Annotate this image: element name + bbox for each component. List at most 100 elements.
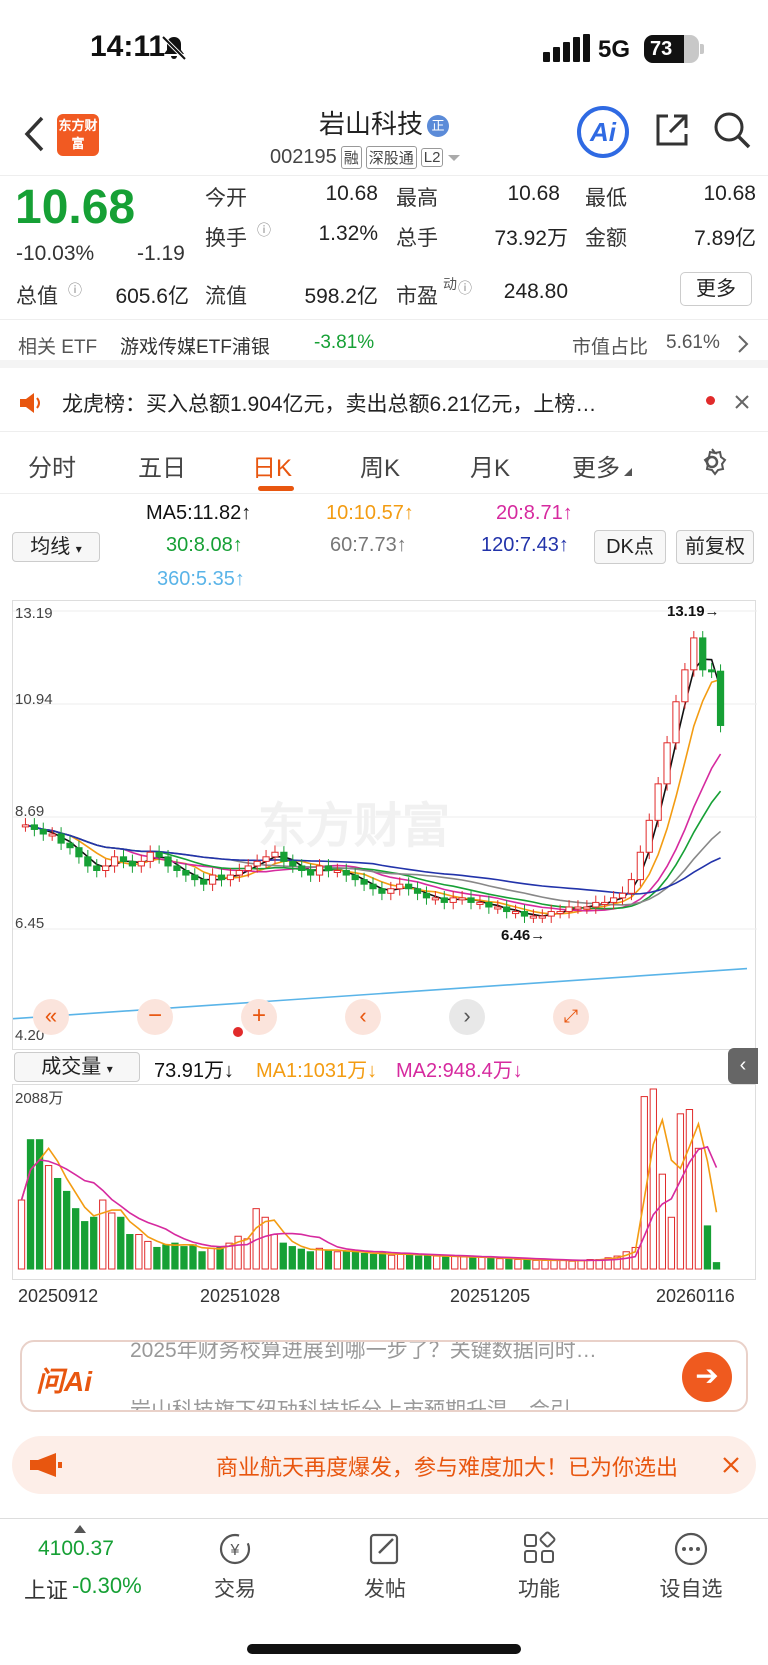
date-tick-1: 20250912 — [18, 1286, 99, 1306]
candle-body — [708, 669, 716, 673]
volume-chart[interactable]: 2088万 — [12, 1084, 756, 1280]
tab-monthly-k[interactable]: 月K — [470, 448, 510, 483]
ma5-legend: MA5:11.82↑ — [146, 502, 252, 524]
volume-bar — [44, 1165, 53, 1270]
more-button[interactable]: 更多 — [680, 272, 752, 306]
watermark: 东方财富 — [258, 800, 451, 853]
candle-body — [360, 879, 368, 885]
share-icon[interactable] — [652, 110, 692, 150]
etf-row[interactable]: 相关 ETF 游戏传媒ETF浦银 -3.81% 市值占比 5.61% — [0, 322, 768, 368]
candle-body — [298, 865, 306, 871]
nav-functions[interactable]: 功能 — [484, 1531, 594, 1603]
change-amount: -1.19 — [137, 242, 185, 265]
volume-bar — [117, 1216, 125, 1270]
pe-label: 市盈 — [396, 285, 438, 308]
search-icon[interactable] — [712, 110, 752, 150]
nav-trade[interactable]: ¥ 交易 — [180, 1531, 290, 1603]
adjust-button[interactable]: 前复权 — [676, 530, 754, 564]
tab-five-day[interactable]: 五日 — [138, 448, 186, 483]
candle-body — [583, 906, 591, 910]
volume-bar — [72, 1208, 80, 1270]
kline-chart[interactable]: 13.19 10.94 8.69 6.45 4.20 13.19→ 6.46→ … — [12, 600, 757, 1050]
volume-bar — [442, 1256, 450, 1270]
close-icon[interactable] — [734, 394, 750, 410]
candle-body — [556, 911, 564, 915]
nav-add-watchlist[interactable]: 设自选 — [636, 1531, 746, 1603]
volume-bar — [396, 1253, 405, 1270]
volume-bar — [694, 1147, 703, 1270]
dk-point-button[interactable]: DK点 — [594, 530, 666, 564]
zoom-in-icon[interactable]: + — [241, 999, 277, 1035]
volume-bar — [279, 1242, 287, 1270]
caret-down-icon[interactable] — [447, 153, 461, 163]
nav-post[interactable]: 发帖 — [330, 1531, 440, 1603]
pe-value: 248.80 — [503, 280, 568, 303]
low-label: 最低 — [585, 187, 627, 210]
network-type: 5G — [598, 36, 631, 63]
info-icon[interactable]: ⓘ — [68, 280, 82, 300]
volume-bar — [189, 1244, 197, 1270]
candle-body — [110, 856, 119, 867]
index-name[interactable]: 上证 — [24, 1573, 68, 1605]
candle-body — [378, 888, 386, 894]
candle-body — [253, 860, 261, 867]
volume-bar — [550, 1259, 558, 1270]
tab-intraday[interactable]: 分时 — [28, 448, 76, 483]
candle-body — [191, 874, 199, 881]
candle-body — [476, 901, 484, 905]
info-icon[interactable]: ⓘ — [257, 220, 271, 240]
bottom-toolbar: 4100.37 上证 -0.30% ¥ 交易 发帖 功能 设自选 — [0, 1518, 768, 1665]
volume-bar — [315, 1247, 324, 1270]
chevron-right-icon — [738, 335, 749, 353]
zoom-out-icon[interactable]: − — [137, 999, 173, 1035]
close-icon[interactable] — [722, 1456, 740, 1474]
candle-body — [494, 906, 502, 910]
index-change[interactable]: -0.30% — [72, 1573, 142, 1599]
volume-bar — [433, 1255, 441, 1270]
tab-more[interactable]: 更多 — [572, 448, 620, 483]
send-arrow-icon[interactable]: ➔ — [682, 1352, 732, 1402]
candle-body — [315, 865, 324, 876]
date-tick-2: 20251028 — [200, 1286, 281, 1306]
candle-body — [217, 874, 226, 881]
volume-indicator-select[interactable]: 成交量 ▾ — [14, 1052, 140, 1082]
tag-connect: 深股通 — [365, 146, 417, 169]
ad-banner[interactable]: 商业航天再度爆发，参与难度加大！已为你选出 — [12, 1436, 756, 1494]
dragon-tiger-notice[interactable]: 龙虎榜：买入总额1.904亿元，卖出总额6.21亿元，上榜… — [0, 372, 768, 432]
home-indicator — [247, 1644, 521, 1654]
candle-body — [511, 911, 520, 915]
yen-icon: ¥ — [219, 1533, 251, 1565]
indicator-select[interactable]: 均线 ▾ — [12, 532, 100, 562]
scroll-left-icon[interactable]: ‹ — [345, 999, 381, 1035]
volume-label: 总手 — [396, 227, 438, 250]
ask-ai-box[interactable]: 问Ai 2025年财务校算进展到哪一步了？关键数据同时… 岩山科技旗下纽劢科技拆… — [20, 1340, 748, 1412]
candle-body — [458, 897, 466, 901]
collapse-panel-icon[interactable]: ‹ — [728, 1048, 758, 1084]
tab-weekly-k[interactable]: 周K — [360, 448, 400, 483]
scroll-right-icon[interactable]: › — [449, 999, 485, 1035]
volume-svg[interactable] — [13, 1085, 757, 1281]
ask-ai-suggestion-1[interactable]: 2025年财务校算进展到哪一步了？关键数据同时… — [130, 1342, 597, 1364]
ai-button[interactable]: Ai — [577, 106, 629, 158]
volume-bar — [487, 1257, 495, 1270]
volume-bar — [685, 1109, 694, 1270]
indicator-dot — [233, 1027, 243, 1037]
signal-icon — [543, 34, 591, 62]
info-icon[interactable]: ⓘ — [458, 278, 472, 298]
settings-gear-icon[interactable] — [696, 446, 728, 478]
ma30-legend: 30:8.08↑ — [166, 534, 243, 556]
ma10-legend: 10:10.57↑ — [326, 502, 414, 524]
nav-post-label: 发帖 — [364, 1578, 406, 1601]
tab-daily-k[interactable]: 日K — [252, 448, 292, 483]
candle-body — [30, 824, 38, 830]
candle-body — [102, 865, 110, 871]
volume-bar — [460, 1256, 468, 1270]
volume-bar — [658, 1173, 666, 1270]
ask-ai-suggestion-2[interactable]: 岩山科技旗下纽劢科技拆分上市预期升温，会引… — [130, 1394, 592, 1410]
scroll-left-fast-icon[interactable]: « — [33, 999, 69, 1035]
index-value[interactable]: 4100.37 — [38, 1537, 114, 1561]
volume-bar — [387, 1254, 396, 1270]
candle-body — [601, 901, 609, 905]
date-tick-3: 20251205 — [450, 1286, 531, 1306]
fullscreen-icon[interactable]: ⤢ — [553, 999, 589, 1035]
